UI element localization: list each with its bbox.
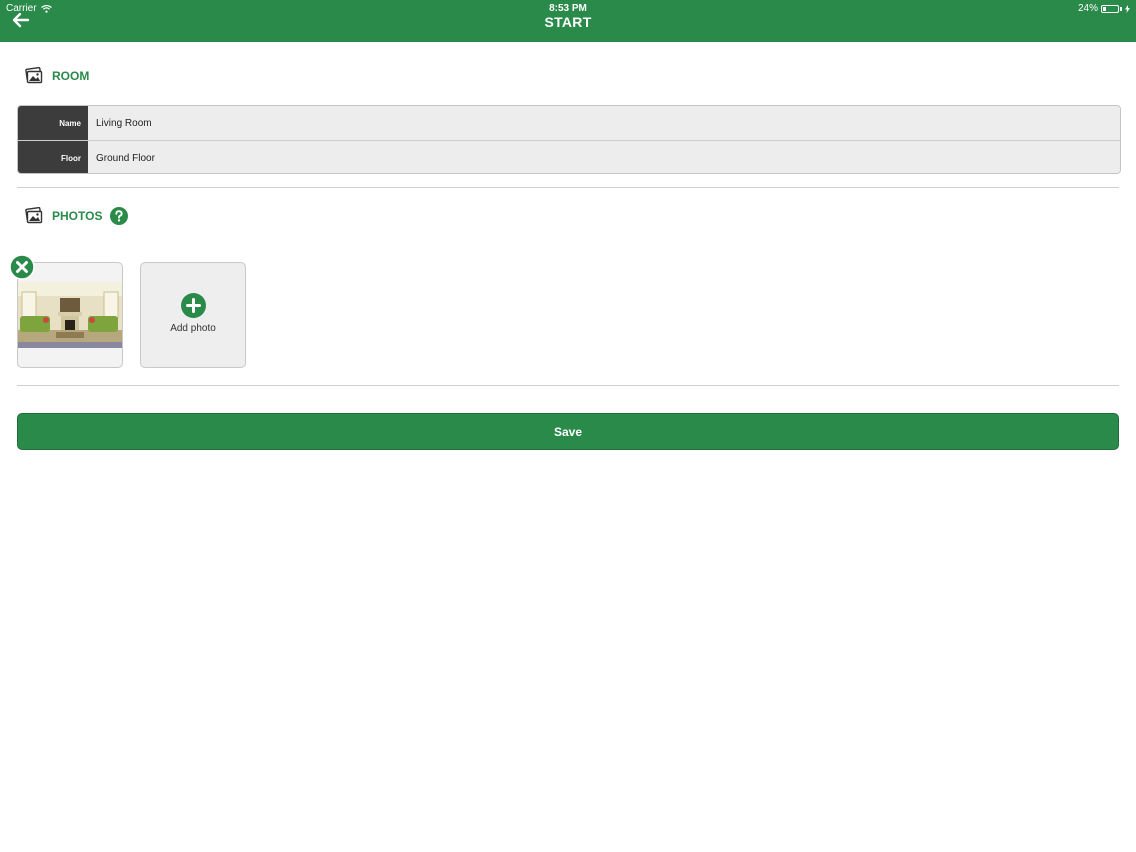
battery-icon — [1101, 4, 1119, 13]
room-floor-row: Floor Ground Floor — [18, 141, 1120, 173]
photos-stack-icon — [25, 207, 43, 224]
plus-icon — [181, 293, 206, 318]
add-photo-label: Add photo — [170, 323, 216, 334]
battery-percent: 24% — [1077, 3, 1098, 14]
photos-section-title: PHOTOS — [52, 209, 103, 223]
status-time: 8:53 PM — [549, 3, 587, 14]
room-form: Name Living Room Floor Ground Floor — [17, 105, 1121, 174]
room-section-header: ROOM — [24, 67, 89, 85]
room-name-row: Name Living Room — [18, 106, 1120, 141]
battery-tip — [1120, 6, 1122, 11]
divider — [17, 187, 1119, 188]
top-bar: Carrier 8:53 PM 24% START — [0, 0, 1136, 42]
photos-stack-icon — [25, 67, 43, 84]
battery-level — [1103, 6, 1106, 11]
room-floor-field[interactable]: Ground Floor — [88, 141, 1120, 173]
help-icon[interactable] — [110, 207, 129, 225]
page-title: START — [544, 14, 592, 30]
room-section-title: ROOM — [52, 69, 90, 83]
name-label: Name — [18, 106, 88, 140]
add-photo-button[interactable]: Add photo — [140, 262, 246, 368]
photos-section-header: PHOTOS — [24, 207, 129, 225]
room-name-field[interactable]: Living Room — [88, 106, 1120, 140]
floor-label: Floor — [18, 141, 88, 173]
divider — [17, 385, 1119, 386]
save-button[interactable]: Save — [17, 413, 1119, 450]
charging-bolt-icon — [1125, 4, 1130, 13]
close-icon[interactable] — [9, 254, 35, 280]
status-battery: 24% — [1078, 3, 1130, 14]
living-room-photo — [18, 282, 122, 348]
